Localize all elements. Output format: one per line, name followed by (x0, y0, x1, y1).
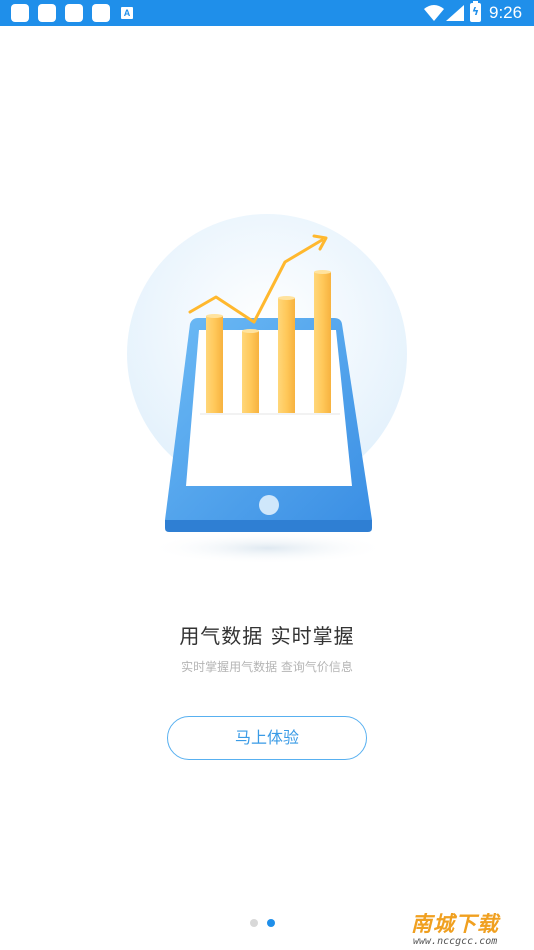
start-experience-button[interactable]: 马上体验 (167, 716, 367, 760)
watermark-name: 南城下载 (411, 912, 499, 936)
tablet-shadow (148, 532, 388, 564)
watermark-logo: 南城下载 www.nccgcc.com (407, 912, 531, 948)
onboarding-illustration (127, 214, 407, 564)
onboarding-title: 用气数据 实时掌握 (179, 624, 355, 648)
onboarding-subtitle: 实时掌握用气数据 查询气价信息 (181, 660, 353, 674)
page-dot-active[interactable] (267, 919, 275, 927)
page-dot-inactive[interactable] (250, 919, 258, 927)
tablet-icon (165, 318, 372, 532)
watermark-url: www.nccgcc.com (413, 936, 498, 947)
